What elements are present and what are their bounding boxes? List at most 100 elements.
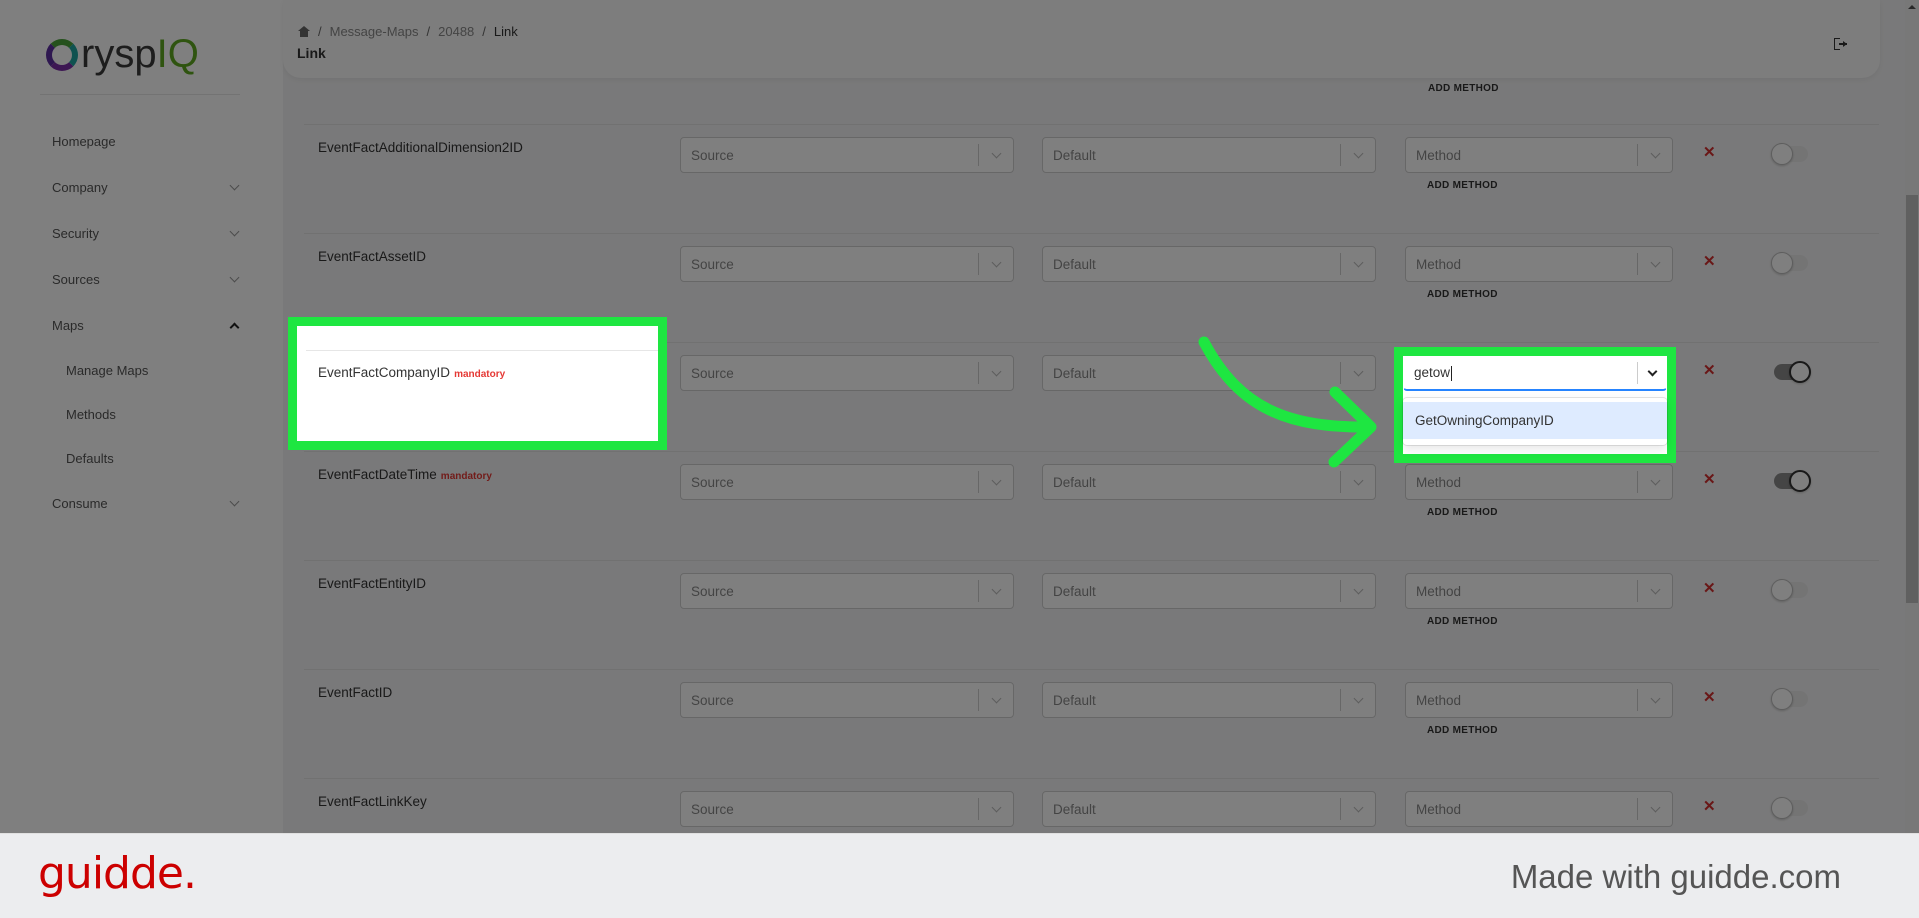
chevron-down-icon[interactable] — [1638, 584, 1672, 594]
default-select[interactable]: Default — [1042, 137, 1376, 173]
enable-toggle[interactable] — [1774, 361, 1811, 383]
method-input-value[interactable]: getow — [1404, 365, 1637, 381]
delete-icon[interactable]: ✕ — [1703, 470, 1716, 488]
default-select[interactable]: Default — [1042, 464, 1376, 500]
add-method-button[interactable]: ADD METHOD — [1428, 83, 1499, 94]
sidebar-subitem-manage-maps[interactable]: Manage Maps — [52, 348, 242, 392]
chevron-down-icon[interactable] — [1638, 693, 1672, 703]
chevron-down-icon[interactable] — [1341, 257, 1375, 267]
source-select[interactable]: Source — [680, 246, 1014, 282]
source-select[interactable]: Source — [680, 573, 1014, 609]
enable-toggle[interactable] — [1771, 143, 1808, 165]
add-method-button[interactable]: ADD METHOD — [1427, 725, 1498, 736]
default-select[interactable]: Default — [1042, 246, 1376, 282]
chevron-down-icon[interactable] — [1638, 475, 1672, 485]
field-label: EventFactDateTime mandatory — [318, 467, 492, 482]
chevron-down-icon[interactable] — [979, 802, 1013, 812]
mapping-row: EventFactAdditionalDimension2ID Source Def… — [304, 124, 1879, 233]
enable-toggle[interactable] — [1771, 688, 1808, 710]
chevron-down-icon[interactable] — [1341, 584, 1375, 594]
sidebar-subitem-methods[interactable]: Methods — [52, 392, 242, 436]
delete-icon[interactable]: ✕ — [1703, 252, 1716, 270]
method-select[interactable]: Method — [1405, 137, 1673, 173]
source-select[interactable]: Source — [680, 355, 1014, 391]
sidebar-subitem-label: Manage Maps — [66, 362, 149, 378]
sidebar-item-sources[interactable]: Sources — [52, 256, 242, 302]
chevron-down-icon[interactable] — [1341, 802, 1375, 812]
add-method-button[interactable]: ADD METHOD — [1427, 507, 1498, 518]
sidebar-subitem-label: Methods — [66, 406, 116, 422]
delete-icon[interactable]: ✕ — [1703, 143, 1716, 161]
add-method-button[interactable]: ADD METHOD — [1427, 289, 1498, 300]
sidebar-item-maps[interactable]: Maps — [52, 302, 242, 348]
default-select[interactable]: Default — [1042, 573, 1376, 609]
field-mapping-list: EventFactAdditionalDimension2ID Source Def… — [304, 124, 1879, 887]
scroll-up-arrow-icon[interactable] — [1908, 5, 1916, 9]
chevron-down-icon[interactable] — [979, 148, 1013, 158]
chevron-down-icon[interactable] — [1638, 802, 1672, 812]
enable-toggle[interactable] — [1774, 470, 1811, 492]
default-select[interactable]: Default — [1042, 791, 1376, 827]
select-placeholder: Source — [691, 583, 734, 599]
method-select[interactable]: Method — [1405, 682, 1673, 718]
chevron-down-icon[interactable] — [979, 584, 1013, 594]
sidebar-item-security[interactable]: Security — [52, 210, 242, 256]
chevron-down-icon[interactable] — [1341, 366, 1375, 376]
chevron-down-icon[interactable] — [979, 366, 1013, 376]
field-name: EventFactDateTime — [318, 467, 437, 482]
enable-toggle[interactable] — [1771, 797, 1808, 819]
toggle-knob — [1771, 252, 1793, 274]
default-select[interactable]: Default — [1042, 355, 1376, 391]
source-select[interactable]: Source — [680, 137, 1014, 173]
chevron-down-icon[interactable] — [1341, 475, 1375, 485]
chevron-down-icon[interactable] — [979, 257, 1013, 267]
chevron-down-icon[interactable] — [1341, 693, 1375, 703]
breadcrumb-current: Link — [493, 24, 518, 39]
select-placeholder: Method — [1416, 147, 1462, 163]
default-select[interactable]: Default — [1042, 682, 1376, 718]
select-placeholder: Source — [691, 692, 734, 708]
chevron-down-icon — [229, 272, 240, 282]
chevron-down-icon[interactable] — [979, 693, 1013, 703]
add-method-button[interactable]: ADD METHOD — [1427, 180, 1498, 191]
chevron-down-icon[interactable] — [1341, 148, 1375, 158]
sidebar-item-homepage[interactable]: Homepage — [52, 118, 242, 164]
source-select[interactable]: Source — [680, 682, 1014, 718]
source-select[interactable]: Source — [680, 791, 1014, 827]
breadcrumb-message-maps[interactable]: Message-Maps — [330, 24, 419, 39]
chevron-down-icon[interactable] — [1638, 257, 1672, 267]
dropdown-option-getowningcompanyid[interactable]: GetOwningCompanyID — [1403, 402, 1667, 439]
row-divider — [306, 350, 658, 351]
breadcrumb-separator: / — [482, 24, 486, 39]
method-search-input[interactable]: getow — [1403, 356, 1667, 391]
delete-icon[interactable]: ✕ — [1703, 688, 1716, 706]
add-method-button[interactable]: ADD METHOD — [1427, 616, 1498, 627]
method-select[interactable]: Method — [1405, 791, 1673, 827]
sidebar-subitem-defaults[interactable]: Defaults — [52, 436, 242, 480]
scrollbar-thumb[interactable] — [1906, 195, 1918, 603]
chevron-down-icon[interactable] — [1638, 366, 1666, 376]
chevron-down-icon[interactable] — [1638, 148, 1672, 158]
field-name: EventFactAdditionalDimension2ID — [318, 140, 523, 155]
method-dropdown-menu: GetOwningCompanyID — [1403, 398, 1667, 445]
field-name: EventFactCompanyID — [318, 365, 451, 380]
method-select[interactable]: Method — [1405, 246, 1673, 282]
select-placeholder: Method — [1416, 801, 1462, 817]
delete-icon[interactable]: ✕ — [1703, 361, 1716, 379]
toggle-knob — [1771, 579, 1793, 601]
delete-icon[interactable]: ✕ — [1703, 579, 1716, 597]
enable-toggle[interactable] — [1771, 252, 1808, 274]
sidebar-item-company[interactable]: Company — [52, 164, 242, 210]
cryspiq-logo[interactable]: rysp IQ — [46, 32, 199, 76]
method-select[interactable]: Method — [1405, 573, 1673, 609]
breadcrumb-map-id[interactable]: 20488 — [438, 24, 474, 39]
delete-icon[interactable]: ✕ — [1703, 797, 1716, 815]
logout-icon[interactable] — [1834, 37, 1848, 51]
sidebar-item-consume[interactable]: Consume — [52, 480, 242, 526]
select-placeholder: Method — [1416, 256, 1462, 272]
method-select[interactable]: Method — [1405, 464, 1673, 500]
chevron-down-icon[interactable] — [979, 475, 1013, 485]
home-icon[interactable] — [298, 26, 310, 37]
enable-toggle[interactable] — [1771, 579, 1808, 601]
source-select[interactable]: Source — [680, 464, 1014, 500]
